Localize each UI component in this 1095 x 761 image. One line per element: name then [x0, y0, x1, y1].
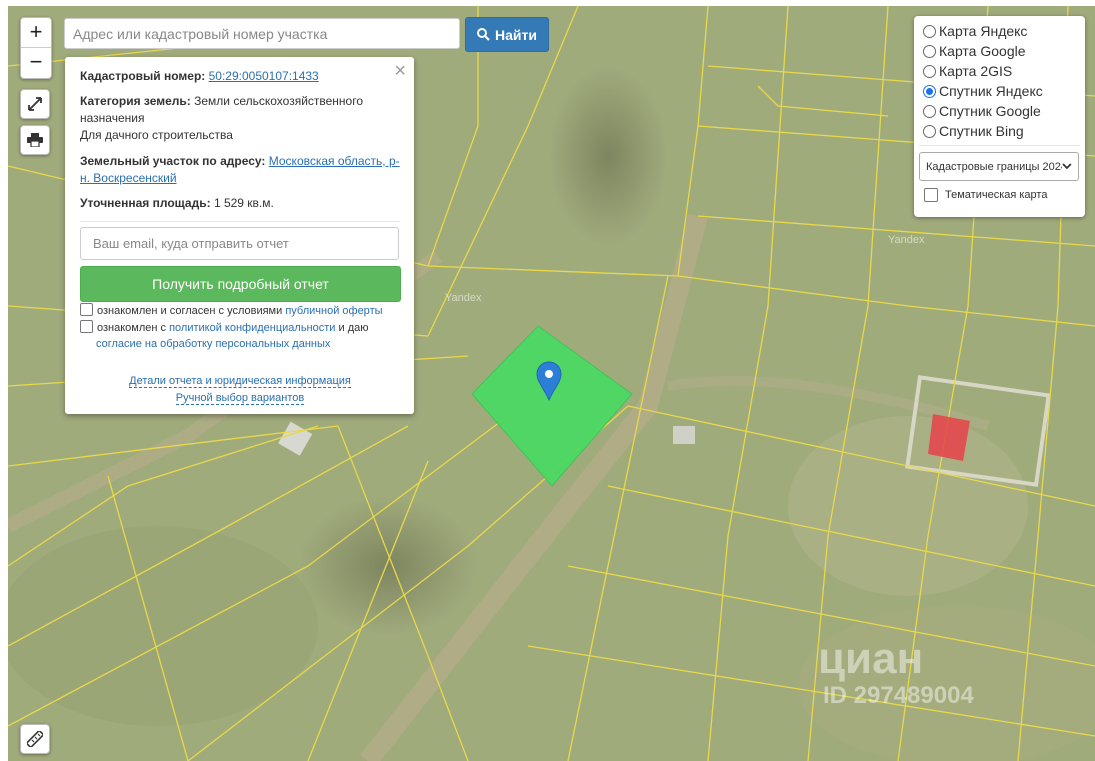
radio-icon[interactable]	[923, 104, 936, 118]
layer-option-2gis-map[interactable]: Карта 2GIS	[923, 62, 1012, 80]
layer-option-google-satellite[interactable]: Спутник Google	[923, 102, 1041, 120]
cadastral-number-link[interactable]: 50:29:0050107:1433	[209, 69, 319, 83]
cian-id-watermark: ID 297489004	[823, 682, 974, 709]
yandex-watermark: Yandex	[445, 292, 482, 304]
zoom-out-button[interactable]: −	[21, 48, 51, 77]
radio-icon[interactable]	[923, 44, 936, 58]
radio-icon[interactable]	[923, 124, 936, 138]
offer-checkbox[interactable]	[80, 303, 93, 316]
area-row: Уточненная площадь: 1 529 кв.м.	[80, 195, 400, 212]
ruler-icon	[27, 731, 43, 747]
print-button[interactable]	[20, 125, 50, 155]
details-row: Детали отчета и юридическая информация	[80, 373, 400, 390]
layer-label: Карта 2GIS	[939, 63, 1013, 79]
personal-data-consent-link[interactable]: согласие на обработку персональных данны…	[96, 338, 330, 350]
zoom-control: + −	[20, 17, 52, 79]
address-row: Земельный участок по адресу: Московская …	[80, 153, 400, 187]
zoom-in-button[interactable]: +	[21, 18, 51, 48]
address-label: Земельный участок по адресу:	[80, 154, 266, 168]
parcel-info-popup: × Кадастровый номер: 50:29:0050107:1433 …	[65, 57, 414, 414]
offer-text: ознакомлен и согласен с условиями	[97, 305, 283, 317]
fullscreen-icon	[28, 97, 42, 111]
fullscreen-button[interactable]	[20, 89, 50, 119]
thematic-map-toggle[interactable]: Тематическая карта	[924, 188, 1047, 202]
ruler-button[interactable]	[20, 724, 50, 754]
email-field[interactable]	[80, 227, 399, 260]
layer-label: Карта Google	[939, 43, 1026, 59]
report-details-link[interactable]: Детали отчета и юридическая информация	[129, 375, 351, 388]
boundaries-select[interactable]: Кадастровые границы 2024	[919, 152, 1079, 181]
search-button[interactable]: Найти	[465, 17, 549, 52]
privacy-text: ознакомлен с	[97, 322, 167, 334]
search-button-label: Найти	[495, 26, 537, 43]
manual-row: Ручной выбор вариантов	[80, 390, 400, 407]
cian-watermark: циан	[818, 634, 924, 683]
privacy-mid-text: и даю	[338, 322, 369, 334]
map-layers-panel: Карта Яндекс Карта Google Карта 2GIS Спу…	[914, 16, 1085, 217]
layer-label: Спутник Bing	[939, 123, 1024, 139]
layer-label: Спутник Google	[939, 103, 1041, 119]
layer-option-google-map[interactable]: Карта Google	[923, 42, 1026, 60]
boundaries-select-value: Кадастровые границы 2024	[926, 160, 1063, 173]
layer-label: Спутник Яндекс	[939, 83, 1043, 99]
divider	[919, 145, 1080, 146]
area-value: 1 529 кв.м.	[213, 196, 274, 210]
cadastral-label: Кадастровый номер:	[80, 69, 206, 83]
category-row: Категория земель: Земли сельскохозяйстве…	[80, 93, 400, 144]
privacy-checkbox[interactable]	[80, 320, 93, 333]
public-offer-link[interactable]: публичной оферты	[285, 305, 382, 317]
thematic-label: Тематическая карта	[945, 189, 1048, 201]
area-label: Уточненная площадь:	[80, 196, 211, 210]
layer-label: Карта Яндекс	[939, 23, 1028, 39]
radio-icon[interactable]	[923, 84, 936, 98]
usage-value: Для дачного строительства	[80, 128, 233, 142]
category-label: Категория земель:	[80, 94, 191, 108]
radio-icon[interactable]	[923, 24, 936, 38]
privacy-policy-link[interactable]: политикой конфиденциальности	[169, 322, 335, 334]
layer-option-yandex-map[interactable]: Карта Яндекс	[923, 22, 1027, 40]
offer-agreement: ознакомлен и согласен с условиями публич…	[80, 303, 400, 319]
layer-option-bing-satellite[interactable]: Спутник Bing	[923, 122, 1024, 140]
thematic-checkbox[interactable]	[924, 188, 938, 202]
manual-selection-link[interactable]: Ручной выбор вариантов	[175, 392, 305, 405]
privacy-agreement: ознакомлен с политикой конфиденциальност…	[80, 320, 400, 352]
search-input[interactable]	[64, 18, 460, 49]
layer-option-yandex-satellite[interactable]: Спутник Яндекс	[923, 82, 1043, 100]
get-report-button[interactable]: Получить подробный отчет	[80, 266, 401, 302]
yandex-watermark: Yandex	[888, 234, 925, 246]
radio-icon[interactable]	[923, 64, 936, 78]
divider	[80, 221, 400, 222]
cadastral-number-row: Кадастровый номер: 50:29:0050107:1433	[80, 68, 400, 85]
print-icon	[27, 133, 43, 147]
chevron-down-icon	[1062, 163, 1072, 170]
search-icon	[477, 28, 490, 41]
